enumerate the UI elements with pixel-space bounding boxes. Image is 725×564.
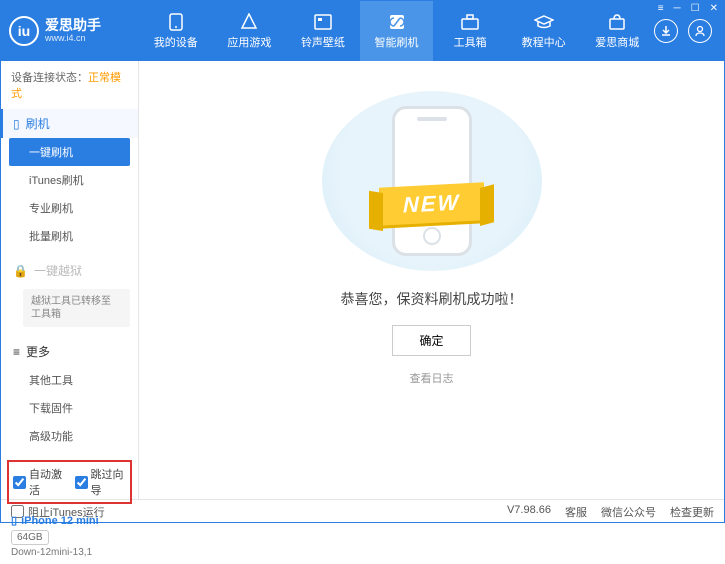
menu-icon: ≡ — [13, 345, 20, 359]
phone-icon — [166, 13, 186, 31]
body: 设备连接状态：正常模式 ▯ 刷机 一键刷机 iTunes刷机 专业刷机 批量刷机… — [1, 61, 724, 499]
user-button[interactable] — [688, 19, 712, 43]
header: ≡ ─ ☐ ✕ iu 爱思助手 www.i4.cn 我的设备 应用游戏 铃声壁纸… — [1, 1, 724, 61]
maximize-icon[interactable]: ☐ — [689, 3, 702, 14]
connection-status: 设备连接状态：正常模式 — [1, 61, 138, 109]
skip-wizard-checkbox[interactable]: 跳过向导 — [75, 466, 127, 498]
lock-icon: 🔒 — [13, 264, 28, 278]
nav-store[interactable]: 爱思商城 — [580, 1, 654, 61]
firmware-label: Down-12mini-13,1 — [11, 547, 128, 558]
sidebar-batch-flash[interactable]: 批量刷机 — [1, 222, 138, 250]
phone-graphic — [392, 106, 472, 256]
sidebar-more-header[interactable]: ≡ 更多 — [1, 337, 138, 366]
sidebar-download-firmware[interactable]: 下载固件 — [1, 394, 138, 422]
hat-icon — [534, 13, 554, 31]
store-icon — [607, 13, 627, 31]
app-url: www.i4.cn — [45, 34, 101, 44]
nav-toolbox[interactable]: 工具箱 — [433, 1, 507, 61]
auto-activate-checkbox[interactable]: 自动激活 — [13, 466, 65, 498]
sidebar-advanced[interactable]: 高级功能 — [1, 422, 138, 450]
sidebar-other-tools[interactable]: 其他工具 — [1, 366, 138, 394]
success-illustration: NEW — [322, 91, 542, 271]
check-update-link[interactable]: 检查更新 — [670, 504, 714, 520]
nav-smart-flash[interactable]: 智能刷机 — [360, 1, 434, 61]
sidebar-jailbreak-header[interactable]: 🔒 一键越狱 — [1, 256, 138, 285]
sidebar-itunes-flash[interactable]: iTunes刷机 — [1, 166, 138, 194]
view-log-link[interactable]: 查看日志 — [410, 370, 454, 386]
new-ribbon: NEW — [379, 182, 484, 226]
ok-button[interactable]: 确定 — [392, 325, 470, 356]
download-button[interactable] — [654, 19, 678, 43]
nav-apps-games[interactable]: 应用游戏 — [213, 1, 287, 61]
header-right — [654, 19, 716, 43]
nav-my-device[interactable]: 我的设备 — [139, 1, 213, 61]
sidebar: 设备连接状态：正常模式 ▯ 刷机 一键刷机 iTunes刷机 专业刷机 批量刷机… — [1, 61, 139, 499]
minimize-icon[interactable]: ─ — [672, 3, 683, 14]
main-content: NEW 恭喜您，保资料刷机成功啦！ 确定 查看日志 — [139, 61, 724, 499]
window-controls: ≡ ─ ☐ ✕ — [656, 3, 720, 14]
nav-ringtone-wallpaper[interactable]: 铃声壁纸 — [286, 1, 360, 61]
logo[interactable]: iu 爱思助手 www.i4.cn — [9, 16, 139, 46]
version-label: V7.98.66 — [507, 504, 551, 520]
close-icon[interactable]: ✕ — [708, 3, 720, 14]
apps-icon — [239, 13, 259, 31]
jailbreak-note: 越狱工具已转移至 工具箱 — [23, 289, 130, 327]
device-info: ▯ iPhone 12 mini 64GB Down-12mini-13,1 — [1, 508, 138, 564]
nav-tutorials[interactable]: 教程中心 — [507, 1, 581, 61]
wallpaper-icon — [313, 13, 333, 31]
storage-badge: 64GB — [11, 530, 49, 545]
customer-service-link[interactable]: 客服 — [565, 504, 587, 520]
toolbox-icon — [460, 13, 480, 31]
flash-icon — [387, 13, 407, 31]
activation-options: 自动激活 跳过向导 — [7, 460, 132, 504]
phone-icon: ▯ — [11, 514, 17, 527]
logo-icon: iu — [9, 16, 39, 46]
sidebar-one-click-flash[interactable]: 一键刷机 — [9, 138, 130, 166]
app-name: 爱思助手 — [45, 18, 101, 33]
phone-icon: ▯ — [13, 117, 20, 131]
device-name[interactable]: ▯ iPhone 12 mini — [11, 514, 128, 527]
success-message: 恭喜您，保资料刷机成功啦！ — [341, 289, 523, 309]
nav: 我的设备 应用游戏 铃声壁纸 智能刷机 工具箱 教程中心 爱思商城 — [139, 1, 654, 61]
sidebar-pro-flash[interactable]: 专业刷机 — [1, 194, 138, 222]
wechat-link[interactable]: 微信公众号 — [601, 504, 656, 520]
menu-icon[interactable]: ≡ — [656, 3, 666, 14]
sidebar-flash-header[interactable]: ▯ 刷机 — [1, 109, 138, 138]
